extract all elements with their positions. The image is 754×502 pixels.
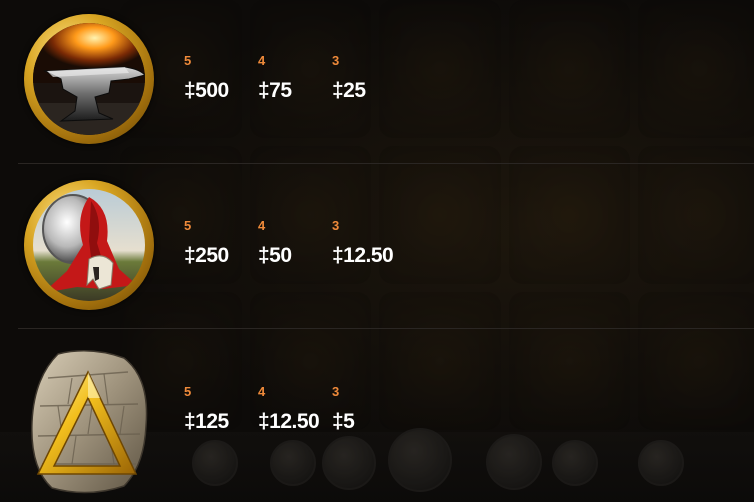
payout-amount: ‡125 <box>184 410 229 433</box>
match-count: 5 <box>184 218 192 233</box>
match-count: 5 <box>184 53 192 68</box>
match-count: 4 <box>258 218 266 233</box>
payout-amount: ‡250 <box>184 244 229 267</box>
paytable-row-helmet: 5 ‡250 4 ‡50 3 ‡12.50 <box>0 164 754 328</box>
paytable-screen: 5 ‡500 4 ‡75 3 ‡25 5 ‡250 4 ‡50 3 ‡12.50… <box>0 0 754 502</box>
paytable-row-anvil: 5 ‡500 4 ‡75 3 ‡25 <box>0 0 754 164</box>
payout-amount: ‡75 <box>258 79 292 102</box>
anvil-icon <box>24 14 154 144</box>
payout-amount: ‡25 <box>332 79 366 102</box>
payout-amount: ‡12.50 <box>258 410 320 433</box>
spartan-helmet-cape-icon <box>24 180 154 310</box>
payout-amount: ‡12.50 <box>332 244 394 267</box>
payout-amount: ‡500 <box>184 79 229 102</box>
match-count: 3 <box>332 53 340 68</box>
match-count: 3 <box>332 384 340 399</box>
match-count: 5 <box>184 384 192 399</box>
paytable-row-triangle: 5 ‡125 4 ‡12.50 3 ‡5 <box>0 328 754 494</box>
match-count: 3 <box>332 218 340 233</box>
payout-amount: ‡50 <box>258 244 292 267</box>
match-count: 4 <box>258 384 266 399</box>
match-count: 4 <box>258 53 266 68</box>
stone-triangle-icon <box>28 348 150 498</box>
payout-amount: ‡5 <box>332 410 355 433</box>
